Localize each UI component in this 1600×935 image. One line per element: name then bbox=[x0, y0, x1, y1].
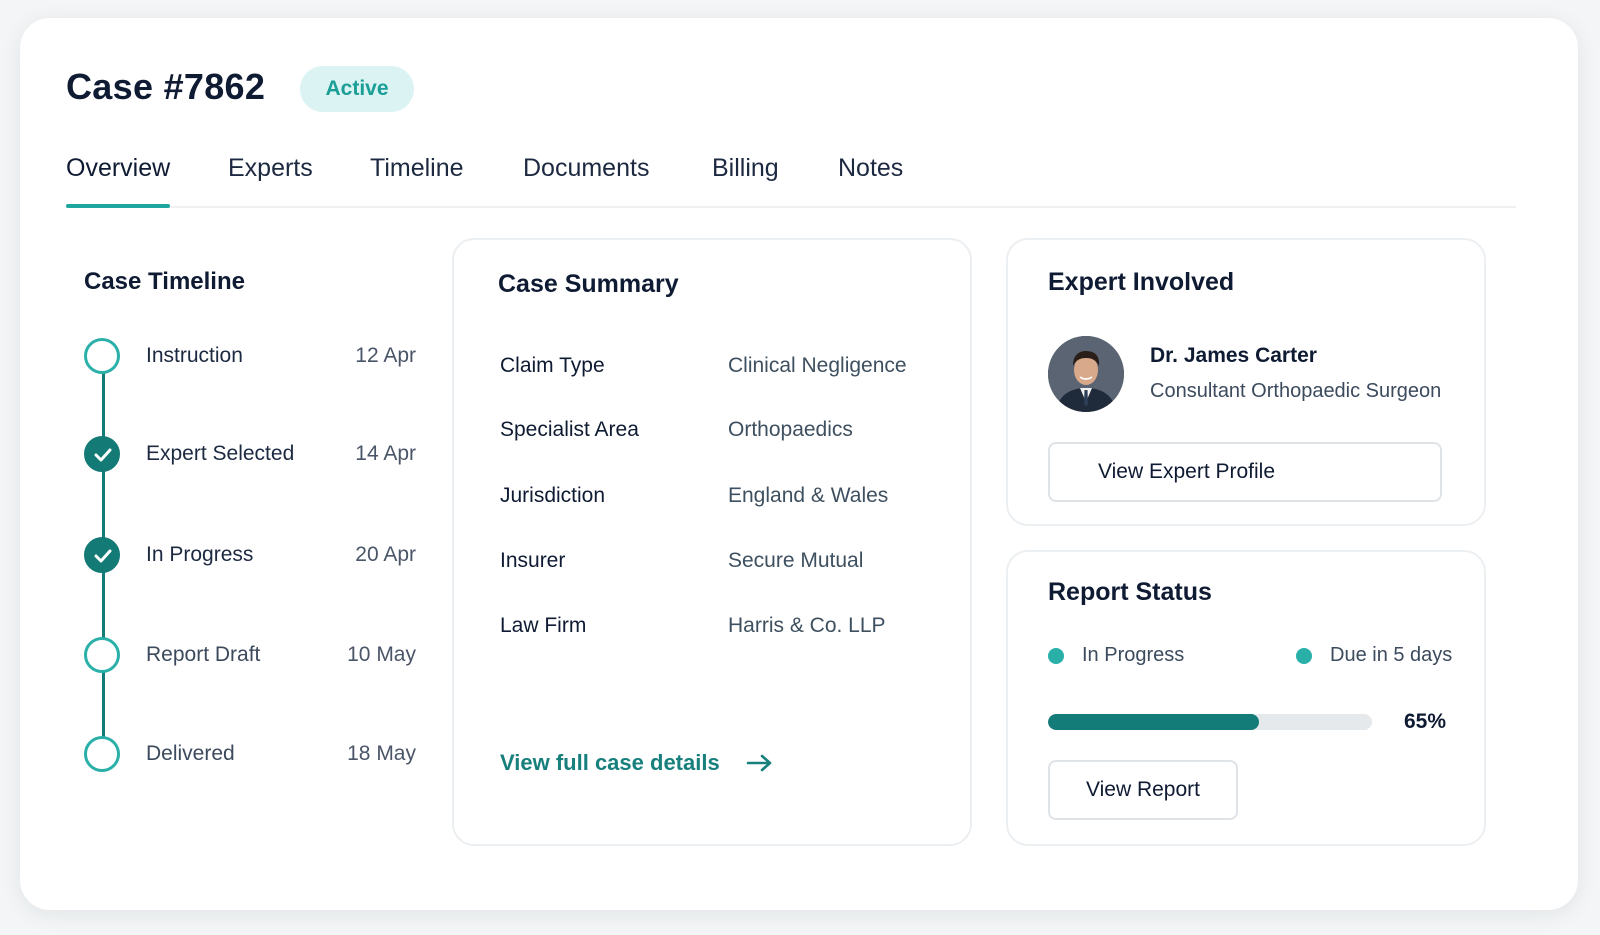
case-summary-panel: Case Summary Claim Type Clinical Neglige… bbox=[452, 238, 972, 846]
step-label: Report Draft bbox=[146, 643, 261, 666]
progress-bar bbox=[1048, 714, 1372, 730]
tab-documents[interactable]: Documents bbox=[523, 150, 649, 206]
status-badge: Active bbox=[300, 66, 414, 112]
summary-value: Secure Mutual bbox=[728, 549, 864, 572]
expert-panel: Expert Involved Dr. James Carter Consult… bbox=[1006, 238, 1486, 526]
view-expert-profile-button[interactable]: View Expert Profile bbox=[1048, 442, 1442, 502]
step-date: 12 Apr bbox=[355, 344, 416, 367]
tab-experts[interactable]: Experts bbox=[228, 150, 313, 206]
summary-key: Law Firm bbox=[500, 614, 587, 637]
avatar bbox=[1048, 336, 1124, 412]
step-pending-icon bbox=[84, 338, 120, 374]
step-label: Instruction bbox=[146, 344, 243, 367]
summary-row: Specialist Area Orthopaedics bbox=[500, 418, 960, 448]
panel-title: Report Status bbox=[1048, 578, 1212, 606]
timeline-step: Delivered 18 May bbox=[84, 736, 424, 776]
summary-row: Claim Type Clinical Negligence bbox=[500, 354, 960, 384]
summary-value: Harris & Co. LLP bbox=[728, 614, 886, 637]
summary-row: Jurisdiction England & Wales bbox=[500, 484, 960, 514]
tab-overview[interactable]: Overview bbox=[66, 150, 171, 208]
step-label: In Progress bbox=[146, 543, 254, 566]
timeline-step: In Progress 20 Apr bbox=[84, 537, 424, 577]
step-date: 18 May bbox=[347, 742, 416, 765]
summary-key: Specialist Area bbox=[500, 418, 639, 441]
step-pending-icon bbox=[84, 736, 120, 772]
due-label: Due in 5 days bbox=[1330, 644, 1453, 666]
check-icon bbox=[84, 436, 120, 472]
timeline-step: Expert Selected 14 Apr bbox=[84, 436, 424, 476]
panel-title: Case Summary bbox=[498, 270, 679, 298]
view-case-details-link[interactable]: View full case details bbox=[500, 750, 774, 776]
tab-bar: Overview Experts Timeline Documents Bill… bbox=[66, 150, 1516, 210]
active-tab-indicator bbox=[66, 204, 171, 208]
view-report-button[interactable]: View Report bbox=[1048, 760, 1238, 820]
step-date: 14 Apr bbox=[355, 442, 416, 465]
check-icon bbox=[84, 537, 120, 573]
timeline-step: Instruction 12 Apr bbox=[84, 338, 424, 378]
summary-key: Insurer bbox=[500, 549, 566, 572]
step-date: 10 May bbox=[347, 643, 416, 666]
tab-timeline[interactable]: Timeline bbox=[370, 150, 464, 206]
link-label: View full case details bbox=[500, 750, 720, 775]
tab-label: Overview bbox=[66, 154, 171, 182]
arrow-right-icon bbox=[746, 754, 772, 772]
status-dot-icon bbox=[1048, 648, 1064, 664]
due-dot-icon bbox=[1296, 648, 1312, 664]
progress-fill bbox=[1048, 714, 1259, 730]
expert-name: Dr. James Carter bbox=[1150, 344, 1317, 367]
tab-billing[interactable]: Billing bbox=[712, 150, 779, 206]
expert-role: Consultant Orthopaedic Surgeon bbox=[1150, 380, 1442, 402]
tab-notes[interactable]: Notes bbox=[838, 150, 903, 206]
progress-percent: 65% bbox=[1404, 710, 1447, 733]
summary-value: Orthopaedics bbox=[728, 418, 853, 441]
page-title: Case #7862 bbox=[66, 66, 266, 107]
summary-row: Law Firm Harris & Co. LLP bbox=[500, 614, 960, 644]
timeline-title: Case Timeline bbox=[84, 268, 245, 295]
summary-value: Clinical Negligence bbox=[728, 354, 907, 377]
summary-key: Claim Type bbox=[500, 354, 605, 377]
report-status-panel: Report Status In Progress Due in 5 days … bbox=[1006, 550, 1486, 846]
summary-key: Jurisdiction bbox=[500, 484, 606, 507]
step-label: Expert Selected bbox=[146, 442, 295, 465]
step-pending-icon bbox=[84, 637, 120, 673]
step-date: 20 Apr bbox=[355, 543, 416, 566]
summary-row: Insurer Secure Mutual bbox=[500, 549, 960, 579]
summary-value: England & Wales bbox=[728, 484, 889, 507]
panel-title: Expert Involved bbox=[1048, 268, 1235, 296]
timeline-step: Report Draft 10 May bbox=[84, 637, 424, 677]
step-label: Delivered bbox=[146, 742, 235, 765]
report-status-label: In Progress bbox=[1082, 644, 1185, 666]
